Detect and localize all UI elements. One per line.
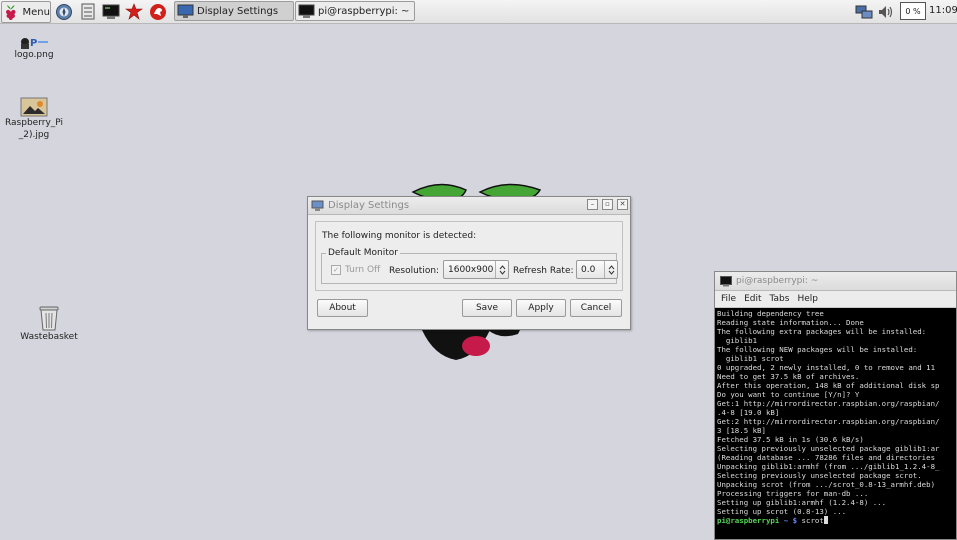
window-titlebar[interactable]: Display Settings – ▫ ✕ bbox=[308, 197, 630, 215]
terminal-line: Reading state information... Done bbox=[717, 317, 864, 327]
terminal-line: Unpacking giblib1:armhf (from .../giblib… bbox=[717, 461, 940, 471]
terminal-line: giblib1 bbox=[717, 335, 758, 345]
terminal-line: Get:2 http://mirrordirector.raspbian.org… bbox=[717, 416, 940, 426]
terminal-line: Processing triggers for man-db ... bbox=[717, 488, 869, 498]
terminal-line: Fetched 37.5 kB in 1s (30.6 kB/s) bbox=[717, 434, 864, 444]
apply-button[interactable]: Apply bbox=[516, 299, 566, 317]
text-cursor bbox=[823, 515, 828, 524]
terminal-menubar: File Edit Tabs Help bbox=[715, 291, 956, 308]
terminal-line: After this operation, 148 kB of addition… bbox=[717, 380, 940, 390]
terminal-line: giblib1 scrot bbox=[717, 353, 784, 363]
terminal-line: Get:1 http://mirrordirector.raspbian.org… bbox=[717, 398, 940, 408]
spin-arrows-icon bbox=[495, 261, 508, 278]
window-title: Display Settings bbox=[328, 200, 410, 211]
monitor-icon bbox=[311, 200, 324, 211]
maximize-button[interactable]: ▫ bbox=[602, 199, 613, 210]
detected-text: The following monitor is detected: bbox=[322, 231, 477, 241]
terminal-line: Need to get 37.5 kB of archives. bbox=[717, 371, 860, 381]
cancel-button[interactable]: Cancel bbox=[570, 299, 622, 317]
terminal-line: 3 [18.5 kB] bbox=[717, 425, 766, 435]
refresh-rate-select[interactable]: 0.0 bbox=[576, 260, 618, 279]
display-settings-window: Display Settings – ▫ ✕ The following mon… bbox=[307, 196, 631, 330]
prompt-user: pi@raspberrypi bbox=[717, 515, 780, 525]
menu-tabs[interactable]: Tabs bbox=[770, 294, 790, 304]
frame-label: Default Monitor bbox=[326, 248, 400, 258]
terminal-titlebar[interactable]: pi@raspberrypi: ~ bbox=[715, 272, 956, 291]
turn-off-checkbox[interactable]: ✓ Turn Off bbox=[331, 265, 380, 275]
refresh-rate-label: Refresh Rate: bbox=[513, 266, 574, 276]
terminal-line: (Reading database ... 78286 files and di… bbox=[717, 452, 936, 462]
prompt-dir: ~ $ bbox=[779, 515, 802, 525]
terminal-line: Selecting previously unselected package … bbox=[717, 470, 922, 480]
terminal-title: pi@raspberrypi: ~ bbox=[736, 276, 819, 286]
menu-edit[interactable]: Edit bbox=[744, 294, 761, 304]
terminal-line: The following NEW packages will be insta… bbox=[717, 344, 918, 354]
default-monitor-frame: Default Monitor ✓ Turn Off Resolution: 1… bbox=[321, 248, 618, 284]
about-button[interactable]: About bbox=[317, 299, 368, 317]
menu-help[interactable]: Help bbox=[797, 294, 818, 304]
monitor-panel: The following monitor is detected: Defau… bbox=[315, 221, 623, 291]
terminal-prompt-line: pi@raspberrypi ~ $ scrot bbox=[717, 515, 956, 525]
terminal-line: Setting up giblib1:armhf (1.2.4-8) ... bbox=[717, 497, 887, 507]
terminal-line: Unpacking scrot (from .../scrot_0.8-13_a… bbox=[717, 479, 936, 489]
menu-file[interactable]: File bbox=[721, 294, 736, 304]
save-button[interactable]: Save bbox=[462, 299, 512, 317]
terminal-icon bbox=[720, 275, 732, 286]
minimize-button[interactable]: – bbox=[587, 199, 598, 210]
turn-off-label: Turn Off bbox=[345, 265, 381, 275]
resolution-value: 1600x900 bbox=[448, 264, 494, 275]
prompt-command: scrot bbox=[801, 515, 824, 525]
terminal-line: Selecting previously unselected package … bbox=[717, 443, 940, 453]
refresh-rate-value: 0.0 bbox=[581, 264, 596, 275]
terminal-line: 0 upgraded, 2 newly installed, 0 to remo… bbox=[717, 362, 936, 372]
terminal-line: The following extra packages will be ins… bbox=[717, 326, 927, 336]
terminal-line: Building dependency tree bbox=[717, 309, 824, 318]
resolution-select[interactable]: 1600x900 bbox=[443, 260, 509, 279]
checkbox-check-icon: ✓ bbox=[331, 265, 341, 275]
terminal-window: pi@raspberrypi: ~ File Edit Tabs Help Bu… bbox=[714, 271, 957, 540]
spin-arrows-icon bbox=[604, 261, 617, 278]
terminal-line: Do you want to continue [Y/n]? Y bbox=[717, 389, 860, 399]
terminal-output[interactable]: Building dependency tree Reading state in… bbox=[715, 308, 956, 539]
terminal-line: .4-8 [19.0 kB] bbox=[717, 407, 780, 417]
terminal-line: Setting up scrot (0.8-13) ... bbox=[717, 506, 847, 516]
resolution-label: Resolution: bbox=[389, 266, 440, 276]
close-button[interactable]: ✕ bbox=[617, 199, 628, 210]
